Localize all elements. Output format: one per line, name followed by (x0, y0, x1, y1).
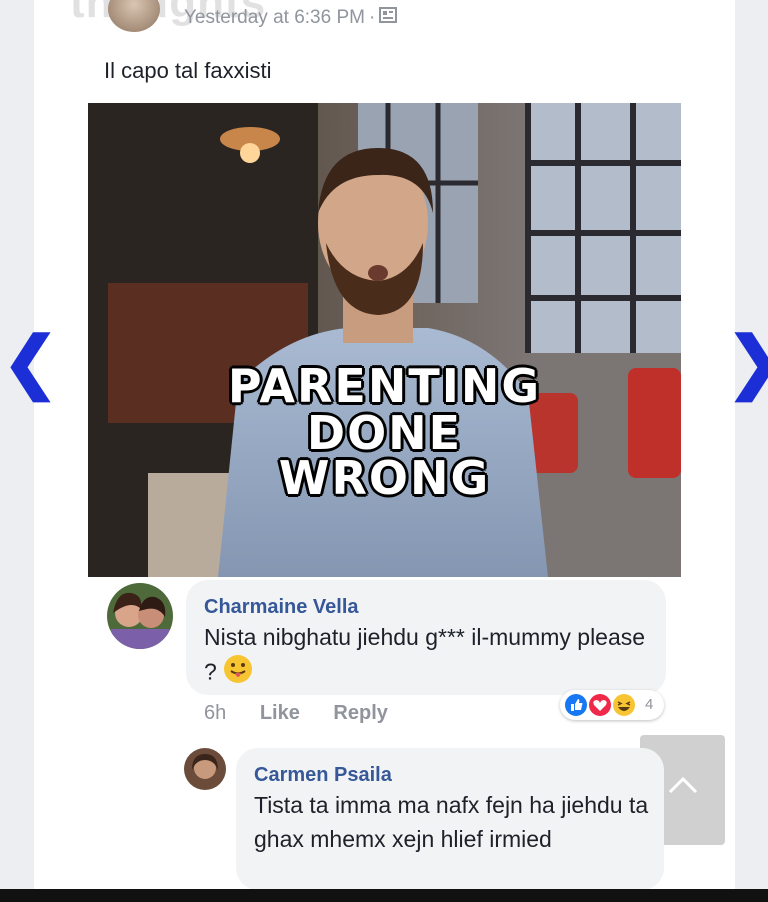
bottom-bar (0, 889, 768, 902)
commenter-name[interactable]: Charmaine Vella (204, 596, 359, 619)
like-link[interactable]: Like (260, 702, 300, 724)
photo-frame-icon (379, 7, 398, 29)
meme-line-3: WRONG (278, 451, 491, 505)
reaction-summary[interactable]: 4 (560, 690, 664, 720)
meme-line-1: PARENTING (227, 359, 542, 413)
chevron-up-icon (668, 776, 698, 794)
left-gutter (0, 0, 34, 902)
comment-time: 6h (204, 702, 227, 724)
reply-bubble: Carmen Psaila Tista ta imma ma nafx fejn… (236, 748, 664, 890)
commenter-avatar[interactable] (107, 583, 173, 649)
reply-avatar[interactable] (184, 748, 226, 790)
post-header: thoughts Yesterday at 6:36 PM · (34, 0, 735, 40)
meme-photo (88, 103, 681, 577)
previous-arrow[interactable]: ❮ (2, 328, 59, 396)
post-text: Il capo tal faxxisti (104, 58, 272, 83)
haha-reaction-icon (613, 694, 635, 716)
post-meta: Yesterday at 6:36 PM · (184, 7, 398, 29)
meme-line-2: DONE (306, 406, 463, 460)
comment-actions: 6h Like Reply (204, 702, 416, 725)
comment-bubble: Charmaine Vella Nista nibghatu jiehdu g*… (186, 580, 666, 695)
reply-text: Tista ta imma ma nafx fejn ha jiehdu ta … (254, 792, 649, 852)
tongue-out-emoji (223, 654, 253, 693)
right-gutter (735, 0, 768, 902)
avatar-photo (107, 583, 173, 649)
comment-text: Nista nibghatu jiehdu g*** il-mummy plea… (204, 620, 654, 693)
avatar-photo (184, 748, 226, 790)
comment-body: Nista nibghatu jiehdu g*** il-mummy plea… (204, 624, 646, 685)
love-reaction-icon (589, 694, 611, 716)
post-timestamp[interactable]: Yesterday at 6:36 PM (184, 7, 365, 28)
next-arrow[interactable]: ❯ (726, 328, 768, 396)
meta-separator: · (368, 7, 376, 29)
like-reaction-icon (565, 694, 587, 716)
reply-author-name[interactable]: Carmen Psaila (254, 764, 392, 787)
reply-link[interactable]: Reply (333, 702, 387, 724)
post-image[interactable]: PARENTING DONE WRONG (88, 103, 681, 577)
reaction-count: 4 (645, 696, 654, 713)
